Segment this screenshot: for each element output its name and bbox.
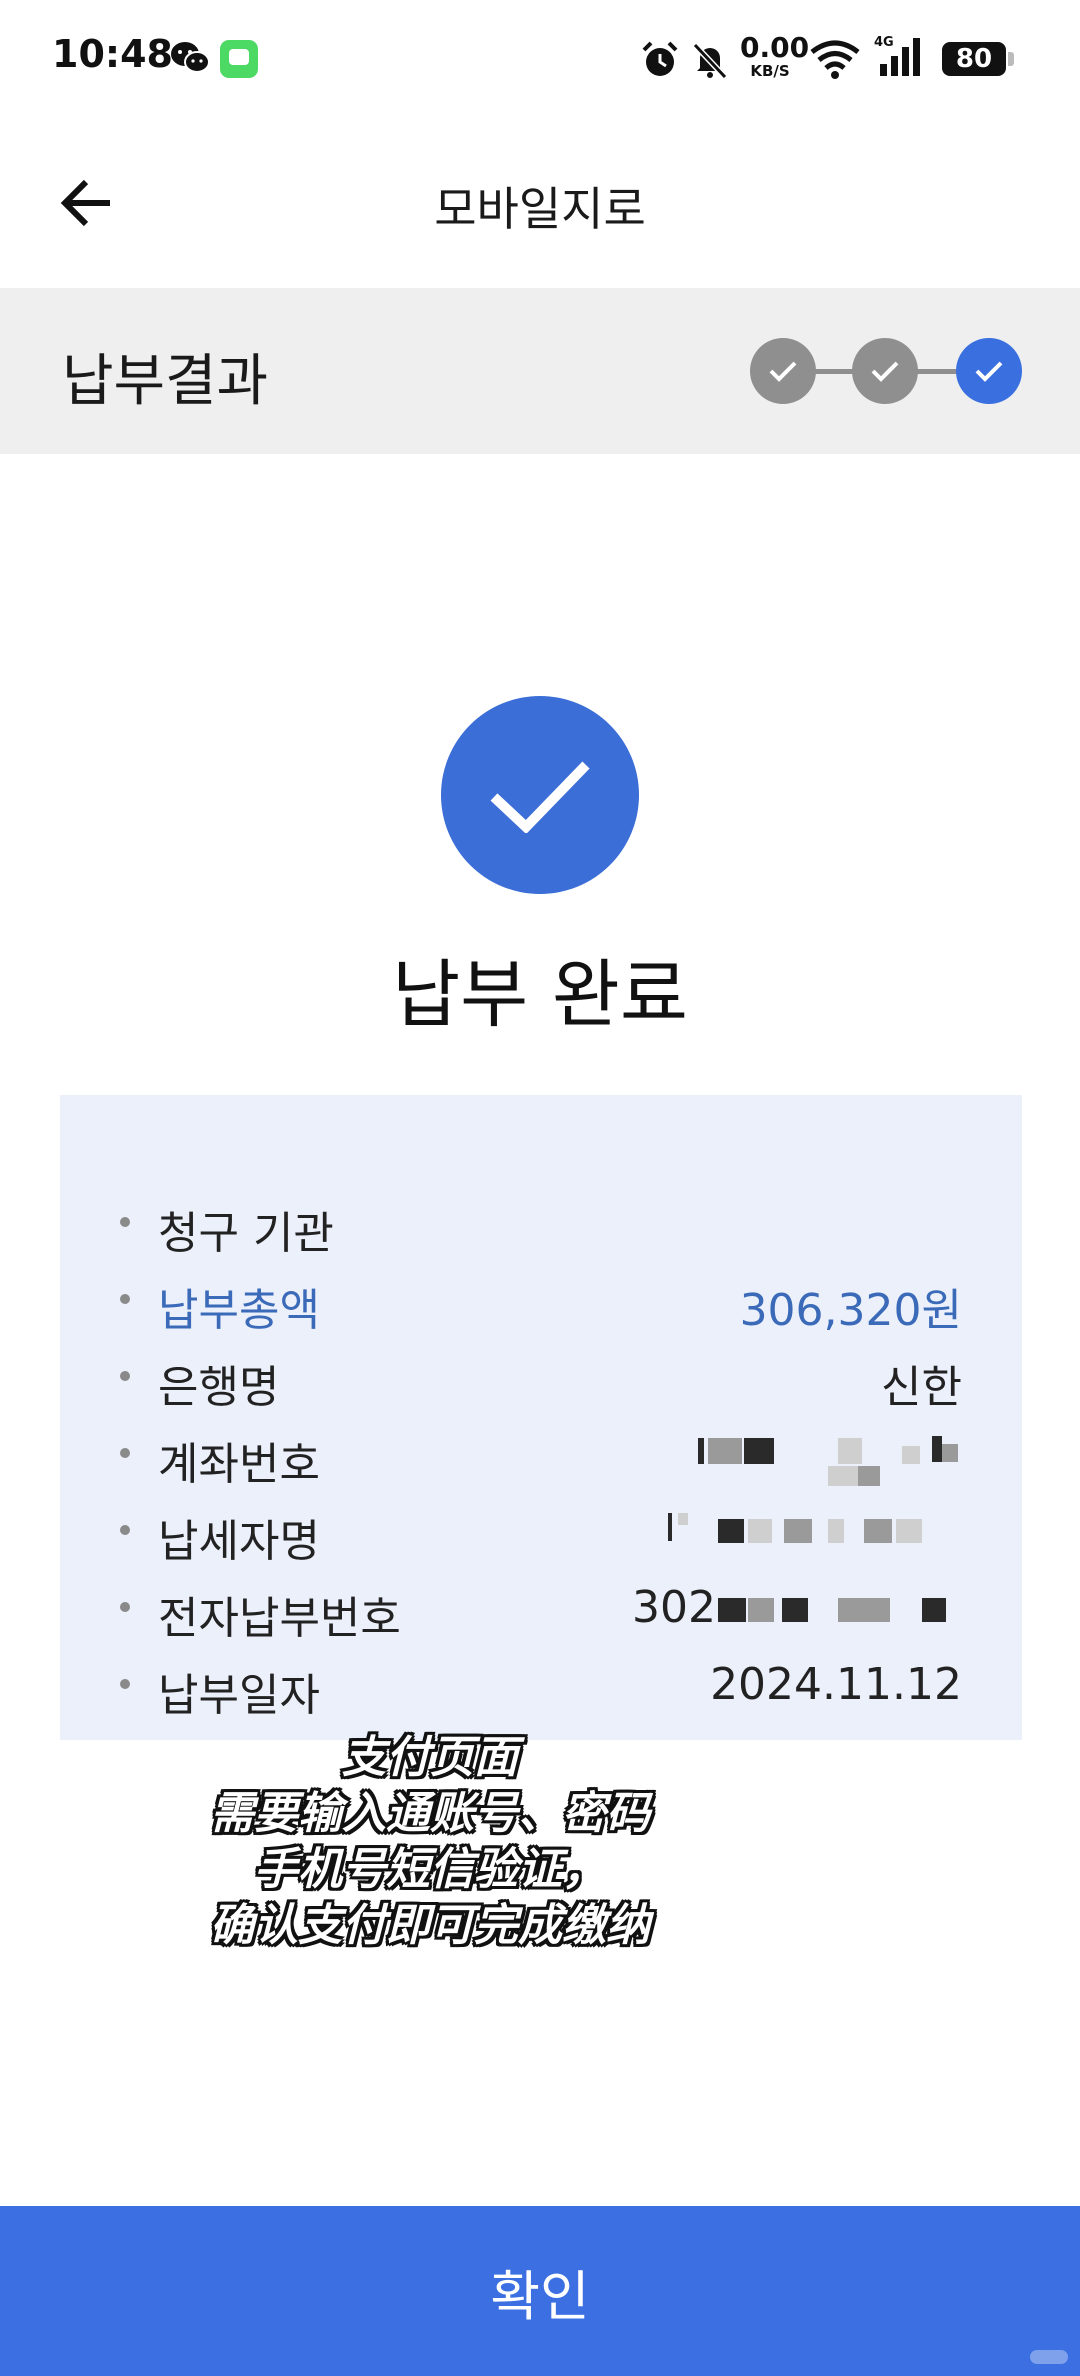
overlay-caption: 支付页面 需要输入通账号、密码 手机号短信验证， 确认支付即可完成缴纳 xyxy=(140,1730,720,1954)
bullet-dot xyxy=(120,1294,130,1304)
detail-label: 납부총액 xyxy=(158,1285,320,1336)
detail-label: 은행명 xyxy=(158,1362,280,1413)
caption-line: 支付页面 xyxy=(342,1732,518,1783)
bullet-dot xyxy=(120,1217,130,1227)
detail-value: 2024.11.12 xyxy=(710,1659,962,1710)
bullet-dot xyxy=(120,1371,130,1381)
check-icon xyxy=(490,761,590,833)
check-icon xyxy=(769,361,797,382)
result-title: 납부 완료 xyxy=(392,952,688,1038)
detail-row-billing-agency: 청구 기관 xyxy=(60,1187,1022,1259)
detail-row-bank-name: 은행명 신한 xyxy=(60,1341,1022,1413)
step-bar: 납부결과 xyxy=(0,288,1080,454)
check-circle-icon xyxy=(441,696,639,894)
app-header: 모바일지로 xyxy=(0,118,1080,288)
detail-row-account-number: 계좌번호 xyxy=(60,1418,1022,1490)
step-2-complete xyxy=(852,338,918,404)
network-speed: 0.00 KB/S xyxy=(740,31,810,80)
status-time: 10:48 xyxy=(52,32,173,76)
detail-label: 계좌번호 xyxy=(158,1439,320,1490)
detail-row-total-amount: 납부총액 306,320원 xyxy=(60,1264,1022,1336)
status-bar: 10:48 0.00 KB/S 4G 80 xyxy=(0,0,1080,118)
step-indicator xyxy=(750,338,1022,404)
battery-cap xyxy=(1008,52,1014,66)
page-title: 모바일지로 xyxy=(434,182,646,236)
detail-value: 신한 xyxy=(881,1362,962,1413)
masked-value xyxy=(632,1495,962,1565)
caption-line: 手机号短信验证， xyxy=(254,1844,606,1895)
payment-details-panel: 청구 기관 납부총액 306,320원 은행명 신한 계좌번호 납세자명 전자납… xyxy=(60,1095,1022,1740)
caption-line: 需要输入通账号、密码 xyxy=(210,1788,650,1839)
mute-icon xyxy=(692,42,728,80)
bullet-dot xyxy=(120,1679,130,1689)
masked-value xyxy=(632,1418,962,1488)
check-icon xyxy=(975,361,1003,382)
payment-result-screen: 10:48 0.00 KB/S 4G 80 모바일지로 납부결과 납부 완료 청… xyxy=(0,0,1080,2376)
bullet-dot xyxy=(120,1448,130,1458)
alarm-icon xyxy=(642,41,678,76)
masked-value: 302 xyxy=(632,1572,962,1642)
detail-row-payment-date: 납부일자 2024.11.12 xyxy=(60,1649,1022,1721)
detail-row-taxpayer-name: 납세자명 xyxy=(60,1495,1022,1567)
watermark-pill xyxy=(1030,2350,1068,2364)
check-icon xyxy=(871,361,899,382)
confirm-button[interactable]: 확인 xyxy=(0,2206,1080,2376)
wechat-icon xyxy=(171,42,210,73)
message-icon xyxy=(220,40,258,78)
caption-line: 确认支付即可完成缴纳 xyxy=(210,1900,650,1951)
battery-indicator: 80 xyxy=(942,42,1006,76)
detail-label: 납부일자 xyxy=(158,1670,320,1721)
detail-label: 전자납부번호 xyxy=(158,1593,401,1644)
detail-row-electronic-payment-number: 전자납부번호 302 xyxy=(60,1572,1022,1644)
step-1-complete xyxy=(750,338,816,404)
wifi-icon xyxy=(810,40,860,79)
detail-label: 청구 기관 xyxy=(158,1208,334,1259)
bullet-dot xyxy=(120,1525,130,1535)
payment-number-prefix: 302 xyxy=(632,1582,716,1633)
bullet-dot xyxy=(120,1602,130,1612)
detail-value: 306,320원 xyxy=(739,1285,962,1336)
signal-icon: 4G xyxy=(874,35,920,76)
detail-label: 납세자명 xyxy=(158,1516,320,1567)
step-connector xyxy=(912,369,962,374)
step-3-current xyxy=(956,338,1022,404)
network-type-label: 4G xyxy=(874,35,894,50)
step-title: 납부결과 xyxy=(62,349,269,414)
